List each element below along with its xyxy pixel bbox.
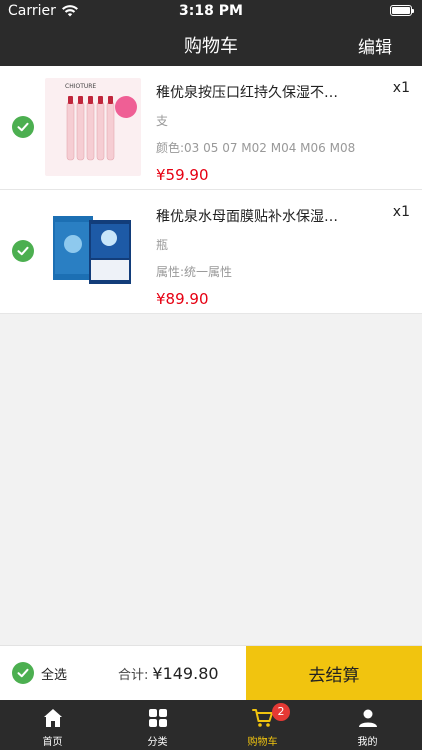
battery-icon [390, 5, 414, 16]
cart-icon [251, 709, 273, 727]
checkout-bar: 全选 合计: ¥149.80 去结算 [0, 645, 422, 700]
tab-category[interactable]: 分类 [105, 700, 210, 750]
brand-logo-text: CHIOTURE [65, 83, 96, 90]
person-icon [358, 709, 377, 727]
checkout-button[interactable]: 去结算 [246, 646, 422, 700]
tab-label: 分类 [147, 737, 168, 748]
select-all-label: 全选 [41, 667, 68, 683]
tab-label: 我的 [357, 737, 378, 748]
product-quantity: x1 [392, 80, 410, 96]
product-quantity: x1 [392, 204, 410, 220]
item-check-icon[interactable] [12, 116, 34, 138]
product-thumbnail[interactable]: CHIOTURE [45, 78, 141, 176]
select-all-check-icon[interactable] [12, 662, 34, 684]
clock: 3:18 PM [179, 3, 243, 19]
status-bar: Carrier 3:18 PM [0, 0, 422, 22]
tab-bar: 首页 分类 购物车 2 我的 [0, 700, 422, 750]
home-icon [43, 709, 62, 727]
tab-label: 购物车 [247, 737, 278, 748]
total: 合计: ¥149.80 [118, 664, 219, 683]
grid-icon [148, 709, 167, 727]
product-unit: 瓶 [156, 238, 169, 252]
cart-item[interactable]: 稚优泉水母面膜贴补水保湿… 瓶 属性:统一属性 ¥89.90 x1 [0, 190, 422, 314]
product-price: ¥59.90 [156, 166, 209, 184]
product-name[interactable]: 稚优泉按压口红持久保湿不… [156, 82, 351, 102]
product-attribute: 颜色:03 05 07 M02 M04 M06 M08 [156, 141, 356, 155]
cart-item[interactable]: CHIOTURE 稚优泉按压口红持久保湿不… 支 颜色:03 05 07 M02… [0, 66, 422, 190]
item-info: 稚优泉按压口红持久保湿不… 支 颜色:03 05 07 M02 M04 M06 … [156, 82, 376, 184]
cart-count-badge: 2 [272, 703, 290, 721]
tab-home[interactable]: 首页 [0, 700, 105, 750]
total-label: 合计: [118, 668, 149, 683]
tab-cart[interactable]: 购物车 2 [210, 700, 315, 750]
product-price: ¥89.90 [156, 290, 209, 308]
edit-button[interactable]: 编辑 [358, 33, 392, 58]
cart-list: CHIOTURE 稚优泉按压口红持久保湿不… 支 颜色:03 05 07 M02… [0, 66, 422, 314]
item-check-icon[interactable] [12, 240, 34, 262]
item-info: 稚优泉水母面膜贴补水保湿… 瓶 属性:统一属性 ¥89.90 [156, 206, 376, 308]
tab-label: 首页 [42, 737, 63, 748]
product-unit: 支 [156, 114, 169, 128]
select-all-toggle[interactable]: 全选 [12, 662, 67, 684]
product-name[interactable]: 稚优泉水母面膜贴补水保湿… [156, 206, 351, 226]
product-attribute: 属性:统一属性 [156, 265, 233, 279]
nav-bar: 购物车 编辑 [0, 22, 422, 66]
total-amount: ¥149.80 [152, 664, 219, 683]
product-thumbnail[interactable] [45, 202, 141, 300]
tab-profile[interactable]: 我的 [315, 700, 420, 750]
